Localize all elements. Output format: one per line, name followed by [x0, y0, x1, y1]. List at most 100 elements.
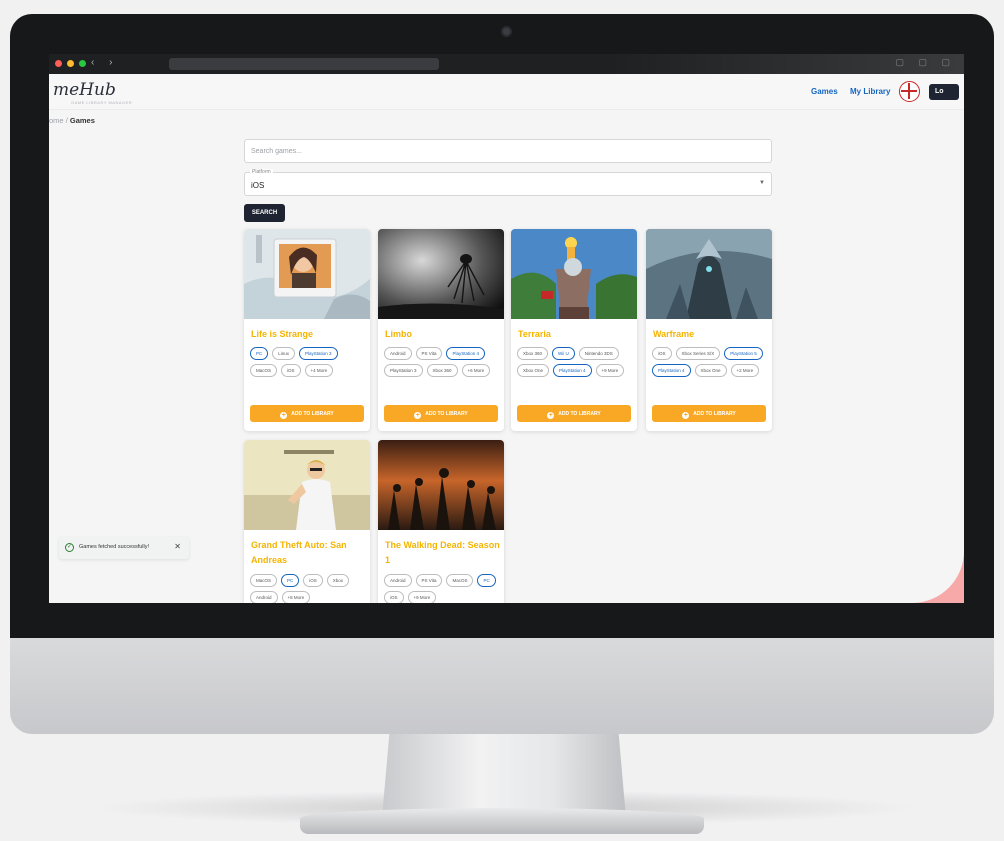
- more-platforms-chip[interactable]: +9 More: [407, 591, 437, 603]
- platform-chip[interactable]: PC: [281, 574, 300, 587]
- app-tagline: GAME LIBRARY MANAGER: [71, 100, 133, 105]
- game-card-terraria: Terraria Xbox 360 Wii U Nintendo 3DS Xbo…: [511, 229, 637, 431]
- back-forward-icon[interactable]: ‹ ›: [91, 57, 118, 68]
- platform-chips: Android PS Vita PlayStation 4 PlayStatio…: [384, 347, 500, 377]
- nav-my-library-link[interactable]: My Library: [850, 87, 890, 96]
- add-to-library-label: ADD TO LIBRARY: [425, 411, 468, 417]
- avatar[interactable]: [899, 81, 920, 102]
- platform-select[interactable]: Platform iOS ▼: [244, 169, 772, 196]
- camera-icon: [501, 26, 512, 37]
- add-to-library-label: ADD TO LIBRARY: [558, 411, 601, 417]
- more-platforms-chip[interactable]: +8 More: [281, 591, 311, 603]
- chevron-down-icon: ▼: [759, 180, 765, 186]
- platform-chips: Xbox 360 Wii U Nintendo 3DS Xbox One Pla…: [517, 347, 633, 377]
- platform-chip[interactable]: PS Vita: [415, 574, 443, 587]
- platform-select-value: iOS: [251, 181, 265, 190]
- platform-chip[interactable]: iOS: [303, 574, 323, 587]
- monitor-chin: [10, 638, 994, 734]
- platform-chips: Android PS Vita MacOS PC iOS +9 More: [384, 574, 500, 603]
- search-button[interactable]: SEARCH: [244, 204, 285, 222]
- more-platforms-chip[interactable]: +6 More: [461, 364, 491, 377]
- platform-select-label: Platform: [250, 169, 273, 175]
- success-toast: ✓ Games fetched successfully! ✕: [59, 537, 189, 559]
- platform-chip[interactable]: iOS: [281, 364, 301, 377]
- game-cover-image[interactable]: [378, 229, 504, 319]
- platform-chip[interactable]: PlayStation 4: [652, 364, 691, 377]
- platform-chip[interactable]: Wii U: [552, 347, 575, 360]
- add-to-library-button[interactable]: + ADD TO LIBRARY: [384, 405, 498, 422]
- platform-chip[interactable]: PlayStation 3: [299, 347, 338, 360]
- add-to-library-label: ADD TO LIBRARY: [693, 411, 736, 417]
- platform-chip[interactable]: iOS: [384, 591, 404, 603]
- game-cover-image[interactable]: [646, 229, 772, 319]
- platform-chips: iOS Xbox Series S/X PlayStation 5 PlaySt…: [652, 347, 768, 377]
- platform-chip[interactable]: PlayStation 4: [446, 347, 485, 360]
- platform-chip[interactable]: MacOS: [250, 574, 278, 587]
- platform-chip[interactable]: Xbox One: [517, 364, 550, 377]
- platform-chip[interactable]: Xbox: [326, 574, 350, 587]
- add-to-library-button[interactable]: + ADD TO LIBRARY: [250, 405, 364, 422]
- game-card-the-walking-dead: The Walking Dead: Season 1 Android PS Vi…: [378, 440, 504, 603]
- add-icon: +: [682, 412, 690, 419]
- breadcrumb: ome / Games: [49, 116, 95, 125]
- screen-glare: [609, 54, 964, 74]
- game-cover-image[interactable]: [378, 440, 504, 530]
- platform-chip[interactable]: Xbox 360: [517, 347, 549, 360]
- add-icon: +: [547, 412, 555, 419]
- maximize-window-icon[interactable]: [79, 60, 86, 67]
- platform-chip[interactable]: MacOS: [250, 364, 278, 377]
- game-title[interactable]: Life is Strange: [251, 327, 367, 342]
- nav-games-link[interactable]: Games: [811, 87, 838, 96]
- platform-chip[interactable]: PC: [477, 574, 496, 587]
- add-to-library-label: ADD TO LIBRARY: [291, 411, 334, 417]
- app-logo[interactable]: meHub: [53, 80, 116, 100]
- more-platforms-chip[interactable]: +4 More: [304, 364, 334, 377]
- platform-chip[interactable]: MacOS: [446, 574, 474, 587]
- add-to-library-button[interactable]: + ADD TO LIBRARY: [652, 405, 766, 422]
- monitor: ‹ › ▢ ▢ ▢ meHub GAME LIBRARY MANAGER Gam…: [0, 0, 1004, 841]
- monitor-stand-neck: [382, 734, 626, 818]
- more-platforms-chip[interactable]: +9 More: [595, 364, 625, 377]
- minimize-window-icon[interactable]: [67, 60, 74, 67]
- search-input[interactable]: Search games...: [244, 139, 772, 163]
- close-icon[interactable]: ✕: [174, 542, 181, 551]
- platform-chip[interactable]: PC: [250, 347, 269, 360]
- logout-button[interactable]: Lo: [929, 84, 959, 100]
- game-cover-image[interactable]: [244, 229, 370, 319]
- add-icon: +: [280, 412, 288, 419]
- breadcrumb-home-link[interactable]: ome: [49, 116, 64, 125]
- game-title[interactable]: Terraria: [518, 327, 634, 342]
- address-bar[interactable]: [169, 58, 439, 70]
- screen: ‹ › ▢ ▢ ▢ meHub GAME LIBRARY MANAGER Gam…: [49, 54, 964, 603]
- breadcrumb-current: Games: [69, 116, 95, 125]
- game-card-warframe: Warframe iOS Xbox Series S/X PlayStation…: [646, 229, 772, 431]
- window-controls: [55, 60, 86, 67]
- game-title[interactable]: Limbo: [385, 327, 501, 342]
- game-cover-image[interactable]: [511, 229, 637, 319]
- close-window-icon[interactable]: [55, 60, 62, 67]
- add-to-library-button[interactable]: + ADD TO LIBRARY: [517, 405, 631, 422]
- platform-chip[interactable]: PlayStation 5: [724, 347, 763, 360]
- breadcrumb-separator: /: [65, 116, 68, 125]
- platform-chip[interactable]: Xbox One: [694, 364, 727, 377]
- platform-chip[interactable]: PS Vita: [415, 347, 443, 360]
- platform-chip[interactable]: Android: [250, 591, 278, 603]
- game-title[interactable]: Warframe: [653, 327, 769, 342]
- game-cover-image[interactable]: [244, 440, 370, 530]
- platform-chip[interactable]: PlayStation 4: [553, 364, 592, 377]
- platform-chip[interactable]: PlayStation 3: [384, 364, 423, 377]
- platform-chip[interactable]: iOS: [652, 347, 672, 360]
- game-card-limbo: Limbo Android PS Vita PlayStation 4 Play…: [378, 229, 504, 431]
- game-card-life-is-strange: Life is Strange PC Linux PlayStation 3 M…: [244, 229, 370, 431]
- game-title[interactable]: Grand Theft Auto: San Andreas: [251, 538, 367, 568]
- more-platforms-chip[interactable]: +2 More: [730, 364, 760, 377]
- platform-chip[interactable]: Android: [384, 574, 412, 587]
- platform-chip[interactable]: Linux: [272, 347, 296, 360]
- platform-chip[interactable]: Xbox 360: [426, 364, 458, 377]
- game-title[interactable]: The Walking Dead: Season 1: [385, 538, 501, 568]
- app-header: meHub GAME LIBRARY MANAGER Games My Libr…: [49, 74, 964, 110]
- platform-chip[interactable]: Xbox Series S/X: [675, 347, 721, 360]
- platform-chip[interactable]: Nintendo 3DS: [578, 347, 619, 360]
- platform-chips: PC Linux PlayStation 3 MacOS iOS +4 More: [250, 347, 366, 377]
- platform-chip[interactable]: Android: [384, 347, 412, 360]
